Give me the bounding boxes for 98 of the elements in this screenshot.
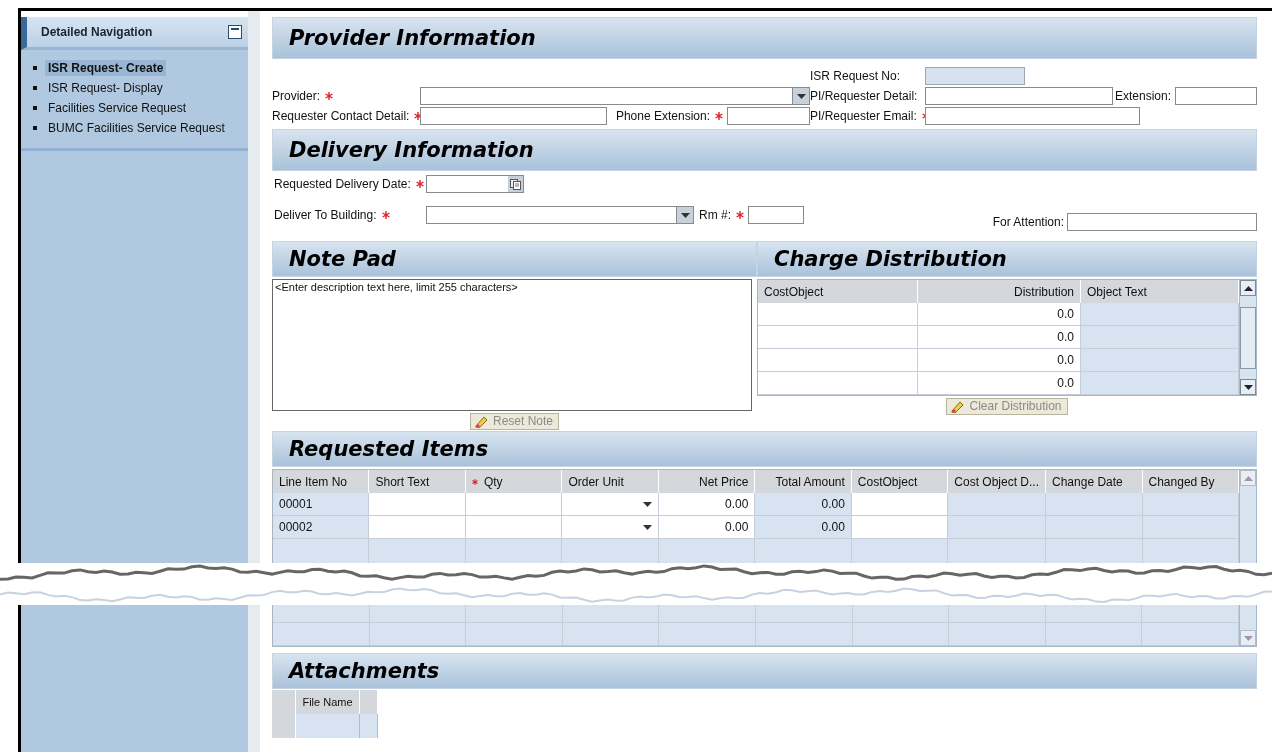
- table-cell[interactable]: [851, 493, 949, 516]
- section-title: Charge Distribution: [774, 247, 1007, 271]
- text-field[interactable]: [925, 107, 1140, 125]
- table-cell[interactable]: [758, 326, 918, 349]
- required-icon: [325, 92, 334, 100]
- table-cell: [296, 714, 360, 738]
- scroll-up-icon[interactable]: [1240, 280, 1256, 296]
- section-title: Delivery Information: [289, 138, 534, 162]
- table-cell[interactable]: [369, 516, 466, 539]
- section-title: Attachments: [289, 659, 440, 683]
- field-label: Rm #:: [699, 208, 731, 222]
- table-cell: 0.00: [755, 493, 852, 516]
- table-cell[interactable]: 0.0: [918, 326, 1081, 349]
- column-title: Order Unit: [568, 474, 624, 489]
- field-label: PI/Requester Email:: [810, 109, 917, 123]
- dropdown-field[interactable]: [420, 87, 810, 105]
- navigation-link[interactable]: BUMC Facilities Service Request: [45, 120, 228, 136]
- bullet-icon: [33, 66, 37, 70]
- section-title: Requested Items: [289, 437, 489, 461]
- text-field[interactable]: [1067, 213, 1257, 231]
- field-label: Phone Extension:: [615, 109, 710, 123]
- required-icon: [415, 180, 424, 188]
- table-cell: [360, 714, 378, 738]
- required-icon: [414, 112, 423, 120]
- navigation-link[interactable]: Facilities Service Request: [45, 100, 190, 116]
- column-title: Cost Object D...: [954, 474, 1040, 489]
- column-title: Change Date: [1052, 474, 1123, 489]
- table-cell: 0.00: [755, 516, 852, 539]
- calendar-icon[interactable]: [510, 178, 521, 190]
- field-label: Requested Delivery Date:: [274, 177, 411, 191]
- table-cell[interactable]: 0.00: [658, 516, 756, 539]
- field-label: Deliver To Building:: [274, 208, 377, 222]
- column-header: File Name: [296, 690, 360, 714]
- dropdown-arrow-icon: [680, 212, 690, 218]
- required-icon: [381, 211, 390, 219]
- dropdown-arrow-icon: [642, 524, 652, 530]
- field-label: Provider:: [272, 89, 321, 103]
- table-cell[interactable]: [369, 493, 466, 516]
- column-title: Qty: [483, 474, 503, 489]
- table-cell[interactable]: [758, 349, 918, 372]
- table-cell[interactable]: 0.0: [918, 349, 1081, 372]
- table-cell[interactable]: 0.00: [658, 493, 756, 516]
- column-header: CostObject: [758, 280, 918, 303]
- scroll-down-icon[interactable]: [1240, 379, 1256, 395]
- scroll-thumb[interactable]: [1240, 306, 1256, 369]
- text-field[interactable]: [727, 107, 810, 125]
- scrollbar[interactable]: [1239, 605, 1256, 646]
- column-title: CostObject: [857, 474, 918, 489]
- bullet-icon: [33, 126, 37, 130]
- table-cell: 00002: [273, 516, 370, 539]
- field-label: Extension:: [1115, 89, 1172, 103]
- bullet-icon: [33, 86, 37, 90]
- navigation-link[interactable]: ISR Request- Create: [45, 60, 167, 76]
- text-field[interactable]: [420, 107, 607, 125]
- table-cell[interactable]: [758, 372, 918, 395]
- eraser-icon: [474, 414, 490, 428]
- navigation-link[interactable]: ISR Request- Display: [45, 80, 166, 96]
- table-cell[interactable]: 0.0: [918, 303, 1081, 326]
- text-field[interactable]: [1175, 87, 1257, 105]
- text-field[interactable]: [925, 87, 1113, 105]
- field-label: For Attention:: [992, 215, 1064, 229]
- table-cell: [272, 714, 296, 738]
- table-cell: [272, 690, 296, 714]
- column-title: Short Text: [375, 474, 430, 489]
- table-cell: 00001: [273, 493, 370, 516]
- dropdown-arrow-icon: [796, 93, 806, 99]
- table-cell[interactable]: [851, 516, 949, 539]
- scrollbar[interactable]: [1239, 280, 1256, 395]
- bullet-icon: [33, 106, 37, 110]
- dropdown-field[interactable]: [426, 206, 694, 224]
- field-label: PI/Requester Detail:: [810, 89, 918, 103]
- table-cell[interactable]: [465, 493, 563, 516]
- required-icon: [715, 112, 723, 120]
- navigation-title: Detailed Navigation: [41, 25, 153, 39]
- column-title: Total Amount: [775, 474, 845, 489]
- column-header: Object Text: [1081, 280, 1239, 303]
- table-cell: [360, 690, 378, 714]
- table-cell[interactable]: [465, 516, 563, 539]
- section-title: Note Pad: [289, 247, 396, 271]
- collapse-icon[interactable]: [228, 25, 242, 39]
- column-title: Net Price: [699, 474, 749, 489]
- dropdown-cell[interactable]: [562, 516, 659, 539]
- column-title: Changed By: [1148, 474, 1215, 489]
- table-cell[interactable]: [758, 303, 918, 326]
- section-title: Provider Information: [289, 26, 536, 50]
- table-cell[interactable]: 0.0: [918, 372, 1081, 395]
- note-text-area[interactable]: <Enter description text here, limit 255 characters>: [272, 279, 752, 411]
- text-field[interactable]: [748, 206, 804, 224]
- required-icon: [471, 478, 478, 485]
- column-title: Line Item No: [279, 474, 348, 489]
- field-label: ISR Request No:: [810, 69, 901, 83]
- date-field[interactable]: [426, 175, 524, 193]
- required-icon: [736, 211, 744, 219]
- field-label: Requester Contact Detail:: [272, 109, 410, 123]
- dropdown-arrow-icon: [642, 501, 652, 507]
- dropdown-cell[interactable]: [562, 493, 659, 516]
- scrollbar[interactable]: [1239, 470, 1256, 563]
- column-header: Distribution: [918, 280, 1081, 303]
